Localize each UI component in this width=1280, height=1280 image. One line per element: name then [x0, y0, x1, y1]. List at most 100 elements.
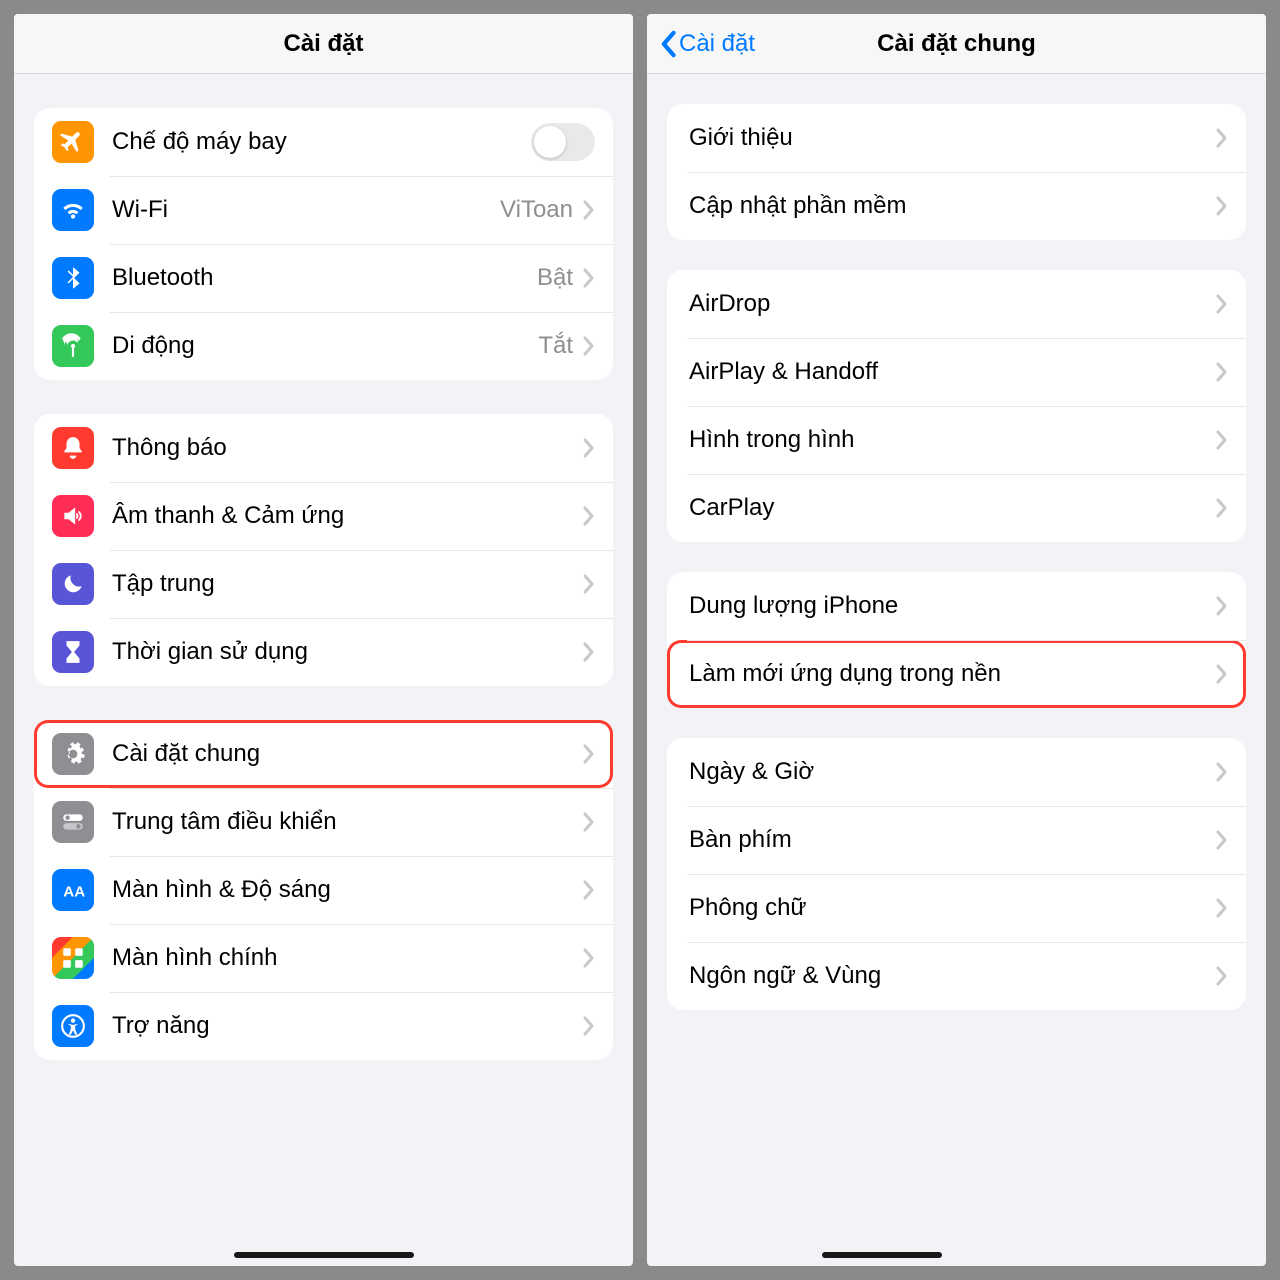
chevron-right-icon: [583, 812, 595, 832]
row-homescreen[interactable]: Màn hình chính: [34, 924, 613, 992]
row-airdrop[interactable]: AirDrop: [667, 270, 1246, 338]
chevron-right-icon: [583, 948, 595, 968]
grid-icon: [52, 937, 94, 979]
row-about[interactable]: Giới thiệu: [667, 104, 1246, 172]
chevron-right-icon: [583, 268, 595, 288]
wifi-icon: [52, 189, 94, 231]
chevron-right-icon: [1216, 294, 1228, 314]
row-general[interactable]: Cài đặt chung: [34, 720, 613, 788]
row-controlcenter[interactable]: Trung tâm điều khiển: [34, 788, 613, 856]
gear-icon: [52, 733, 94, 775]
chevron-right-icon: [1216, 664, 1228, 684]
row-carplay[interactable]: CarPlay: [667, 474, 1246, 542]
antenna-icon: [52, 325, 94, 367]
speaker-icon: [52, 495, 94, 537]
settings-group: Dung lượng iPhone Làm mới ứng dụng trong…: [667, 572, 1246, 708]
row-accessibility[interactable]: Trợ năng: [34, 992, 613, 1060]
settings-group: AirDrop AirPlay & Handoff Hình trong hìn…: [667, 270, 1246, 542]
row-value: Bật: [537, 264, 573, 292]
row-value: ViToan: [500, 196, 573, 224]
row-label: Ngày & Giờ: [689, 758, 1216, 786]
chevron-right-icon: [1216, 128, 1228, 148]
chevron-right-icon: [583, 642, 595, 662]
row-keyboard[interactable]: Bàn phím: [667, 806, 1246, 874]
row-label: Dung lượng iPhone: [689, 592, 1216, 620]
svg-text:AA: AA: [63, 884, 85, 901]
toggle-switch[interactable]: [531, 123, 595, 161]
settings-group: Giới thiệu Cập nhật phần mềm: [667, 104, 1246, 240]
chevron-right-icon: [583, 1016, 595, 1036]
settings-group: Thông báo Âm thanh & Cảm ứng Tập trung T…: [34, 414, 613, 686]
chevron-right-icon: [583, 336, 595, 356]
row-pip[interactable]: Hình trong hình: [667, 406, 1246, 474]
chevron-right-icon: [583, 880, 595, 900]
chevron-right-icon: [1216, 966, 1228, 986]
chevron-right-icon: [1216, 762, 1228, 782]
access-icon: [52, 1005, 94, 1047]
row-notifications[interactable]: Thông báo: [34, 414, 613, 482]
row-bgrefresh[interactable]: Làm mới ứng dụng trong nền: [667, 640, 1246, 708]
row-datetime[interactable]: Ngày & Giờ: [667, 738, 1246, 806]
settings-screen-right: Cài đặt Cài đặt chung Giới thiệu Cập nhậ…: [647, 14, 1266, 1266]
row-airplane[interactable]: Chế độ máy bay: [34, 108, 613, 176]
row-wifi[interactable]: Wi-Fi ViToan: [34, 176, 613, 244]
row-storage[interactable]: Dung lượng iPhone: [667, 572, 1246, 640]
row-label: Làm mới ứng dụng trong nền: [689, 660, 1216, 688]
back-button[interactable]: Cài đặt: [659, 30, 755, 58]
chevron-right-icon: [1216, 498, 1228, 518]
row-language[interactable]: Ngôn ngữ & Vùng: [667, 942, 1246, 1010]
chevron-right-icon: [1216, 430, 1228, 450]
settings-group: Ngày & Giờ Bàn phím Phông chữ Ngôn ngữ &…: [667, 738, 1246, 1010]
content-right[interactable]: Giới thiệu Cập nhật phần mềm AirDrop Air…: [647, 74, 1266, 1266]
row-label: Phông chữ: [689, 894, 1216, 922]
row-update[interactable]: Cập nhật phần mềm: [667, 172, 1246, 240]
aa-icon: AA: [52, 869, 94, 911]
row-airplay[interactable]: AirPlay & Handoff: [667, 338, 1246, 406]
row-label: Giới thiệu: [689, 124, 1216, 152]
row-label: Di động: [112, 332, 538, 360]
chevron-right-icon: [1216, 830, 1228, 850]
chevron-right-icon: [1216, 596, 1228, 616]
row-label: Wi-Fi: [112, 196, 500, 224]
row-label: Ngôn ngữ & Vùng: [689, 962, 1216, 990]
home-indicator: [234, 1252, 414, 1258]
row-label: Cài đặt chung: [112, 740, 583, 768]
chevron-left-icon: [659, 30, 677, 58]
row-label: Cập nhật phần mềm: [689, 192, 1216, 220]
row-label: Âm thanh & Cảm ứng: [112, 502, 583, 530]
navbar-right: Cài đặt Cài đặt chung: [647, 14, 1266, 74]
content-left[interactable]: Chế độ máy bay Wi-Fi ViToan Bluetooth Bậ…: [14, 74, 633, 1266]
row-fonts[interactable]: Phông chữ: [667, 874, 1246, 942]
chevron-right-icon: [1216, 898, 1228, 918]
row-label: Bàn phím: [689, 826, 1216, 854]
row-label: Thời gian sử dụng: [112, 638, 583, 666]
navbar-left: Cài đặt: [14, 14, 633, 74]
row-screentime[interactable]: Thời gian sử dụng: [34, 618, 613, 686]
row-cellular[interactable]: Di động Tắt: [34, 312, 613, 380]
row-label: Tập trung: [112, 570, 583, 598]
row-label: Bluetooth: [112, 264, 537, 292]
row-label: Trợ năng: [112, 1012, 583, 1040]
row-focus[interactable]: Tập trung: [34, 550, 613, 618]
row-label: Thông báo: [112, 434, 583, 462]
row-label: Hình trong hình: [689, 426, 1216, 454]
row-label: AirDrop: [689, 290, 1216, 318]
plane-icon: [52, 121, 94, 163]
chevron-right-icon: [583, 200, 595, 220]
row-sounds[interactable]: Âm thanh & Cảm ứng: [34, 482, 613, 550]
hourglass-icon: [52, 631, 94, 673]
row-label: Màn hình chính: [112, 944, 583, 972]
row-value: Tắt: [538, 332, 573, 360]
switches-icon: [52, 801, 94, 843]
settings-group: Cài đặt chung Trung tâm điều khiển AA Mà…: [34, 720, 613, 1060]
row-bluetooth[interactable]: Bluetooth Bật: [34, 244, 613, 312]
bell-icon: [52, 427, 94, 469]
row-display[interactable]: AA Màn hình & Độ sáng: [34, 856, 613, 924]
chevron-right-icon: [583, 574, 595, 594]
moon-icon: [52, 563, 94, 605]
nav-title-left: Cài đặt: [283, 30, 363, 58]
back-label: Cài đặt: [679, 30, 755, 58]
row-label: CarPlay: [689, 494, 1216, 522]
nav-title-right: Cài đặt chung: [877, 30, 1036, 58]
bt-icon: [52, 257, 94, 299]
